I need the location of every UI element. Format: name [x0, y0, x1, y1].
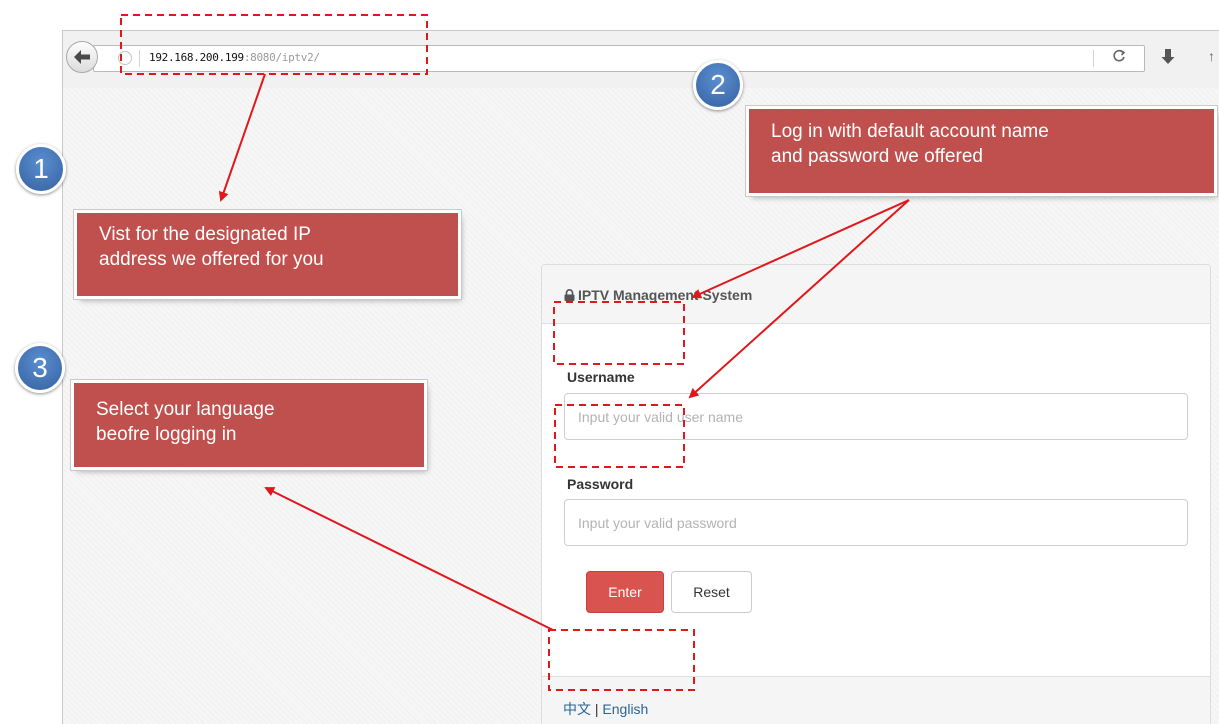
- password-input[interactable]: [564, 499, 1188, 546]
- globe-icon[interactable]: [118, 51, 132, 65]
- enter-button[interactable]: Enter: [586, 571, 664, 613]
- callout-step2-line1: Log in with default account name: [771, 121, 1049, 142]
- url-path: :8080/iptv2/: [243, 51, 320, 64]
- step-badge-1: 1: [16, 144, 66, 194]
- download-button[interactable]: [1161, 48, 1175, 71]
- step-badge-3: 3: [15, 343, 65, 393]
- lang-chinese-link[interactable]: 中文: [563, 701, 591, 717]
- url-host: 192.168.200.199: [149, 51, 244, 64]
- language-switcher: 中文 | English: [563, 699, 648, 719]
- login-panel-footer: 中文 | English: [542, 676, 1210, 724]
- panel-title-text: IPTV Management System: [578, 287, 753, 303]
- step-badge-2: 2: [693, 60, 743, 110]
- lang-separator: |: [591, 701, 603, 717]
- username-input[interactable]: [564, 393, 1188, 440]
- lang-english-link[interactable]: English: [602, 701, 648, 717]
- callout-step3: Select your language beofre logging in: [74, 383, 424, 467]
- password-label: Password: [567, 476, 634, 492]
- callout-step3-line2: beofre logging in: [96, 424, 237, 445]
- callout-step2: Log in with default account name and pas…: [749, 109, 1214, 193]
- login-panel: IPTV Management System Username Password…: [541, 264, 1211, 724]
- lock-icon: [564, 289, 575, 301]
- login-panel-header: IPTV Management System: [542, 265, 1210, 324]
- back-arrow-icon: [74, 50, 90, 64]
- url-text[interactable]: 192.168.200.199:8080/iptv2/: [149, 51, 320, 64]
- reload-icon[interactable]: [1112, 49, 1126, 66]
- callout-step2-line2: and password we offered: [771, 146, 983, 167]
- address-divider-right: [1093, 50, 1094, 67]
- browser-toolbar: 192.168.200.199:8080/iptv2/ ↑: [63, 31, 1219, 88]
- address-divider: [139, 50, 140, 67]
- callout-step1: Vist for the designated IP address we of…: [77, 213, 458, 296]
- callout-step3-line1: Select your language: [96, 399, 275, 420]
- callout-step1-line2: address we offered for you: [99, 249, 324, 270]
- panel-title: IPTV Management System: [564, 287, 752, 303]
- download-icon: [1161, 49, 1175, 64]
- reset-button[interactable]: Reset: [671, 571, 752, 613]
- toolbar-more-button[interactable]: ↑: [1208, 48, 1218, 68]
- address-bar[interactable]: 192.168.200.199:8080/iptv2/: [93, 45, 1145, 72]
- username-label: Username: [567, 369, 635, 385]
- back-button[interactable]: [66, 41, 98, 73]
- callout-step1-line1: Vist for the designated IP: [99, 224, 311, 245]
